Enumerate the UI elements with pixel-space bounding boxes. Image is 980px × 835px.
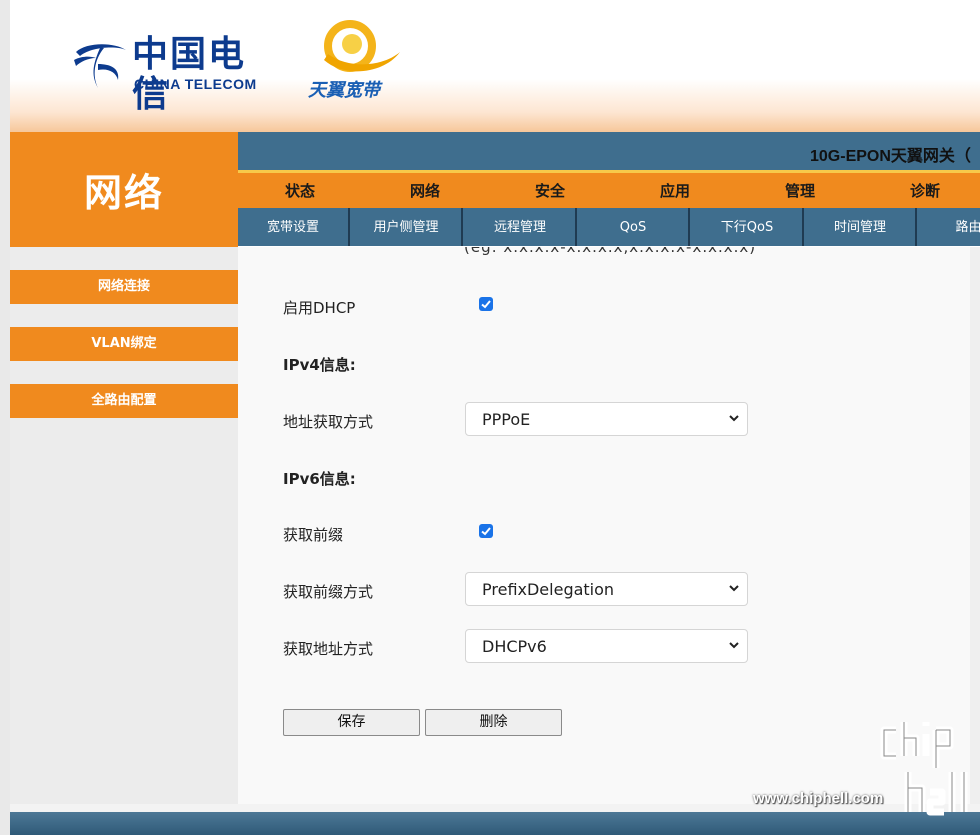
addr-mode-label: 地址获取方式 — [283, 413, 374, 431]
chevron-down-icon — [729, 415, 739, 422]
product-logo-text: 天翼宽带 — [308, 80, 380, 101]
prefix-checkbox[interactable] — [479, 524, 493, 538]
tab-broadband-settings[interactable]: 宽带设置 — [238, 208, 350, 246]
sub-nav: 宽带设置 用户侧管理 远程管理 QoS 下行QoS 时间管理 路由设 — [238, 208, 980, 246]
sidebar-item-network-connection[interactable]: 网络连接 — [10, 270, 238, 304]
delete-button[interactable]: 删除 — [425, 709, 562, 736]
china-telecom-logo: 中国电信 CHINA TELECOM — [72, 34, 272, 114]
prefix-mode-label: 获取前缀方式 — [283, 583, 374, 601]
tab-downstream-qos[interactable]: 下行QoS — [692, 208, 804, 246]
ipv6-addr-mode-select[interactable]: DHCPv6 — [465, 629, 748, 663]
device-title-bar: 10G-EPON天翼网关（ — [238, 132, 980, 170]
china-telecom-emblem-icon — [74, 44, 126, 88]
device-title: 10G-EPON天翼网关（ — [810, 148, 971, 165]
brand-name-en: CHINA TELECOM — [134, 76, 257, 92]
ipv6-heading: IPv6信息: — [283, 470, 356, 488]
nav-status[interactable]: 状态 — [260, 173, 340, 208]
sidebar: 网络连接 VLAN绑定 全路由配置 — [10, 247, 238, 812]
section-title: 网络 — [10, 132, 238, 247]
tab-qos[interactable]: QoS — [578, 208, 690, 246]
addr-mode-value: PPPoE — [482, 410, 531, 429]
nav-application[interactable]: 应用 — [635, 173, 715, 208]
dhcp-label: 启用DHCP — [283, 299, 356, 317]
chevron-down-icon — [729, 642, 739, 649]
dhcp-checkbox[interactable] — [479, 297, 493, 311]
nav-network[interactable]: 网络 — [385, 173, 465, 208]
header-banner: 中国电信 CHINA TELECOM 天翼宽带 — [10, 0, 980, 132]
tianyi-swirl-icon — [324, 20, 400, 72]
brand-name-cn: 中国电信 — [132, 33, 247, 115]
watermark-site-text: www.chiphell.com — [753, 790, 884, 807]
chiphell-watermark: www.chiphell.com — [750, 716, 976, 820]
checkmark-icon — [481, 300, 491, 309]
prefix-mode-select[interactable]: PrefixDelegation — [465, 572, 748, 606]
tab-lan-management[interactable]: 用户侧管理 — [351, 208, 463, 246]
nav-diagnosis[interactable]: 诊断 — [885, 173, 965, 208]
sidebar-item-full-route-config[interactable]: 全路由配置 — [10, 384, 238, 418]
tab-remote-management[interactable]: 远程管理 — [465, 208, 577, 246]
chiphell-logo-icon — [880, 722, 968, 816]
ip-range-example-hint: (eg: x.x.x.x-x.x.x.x,x.x.x.x-x.x.x.x) — [464, 247, 757, 256]
prefix-mode-value: PrefixDelegation — [482, 580, 615, 599]
tianyi-broadband-logo: 天翼宽带 — [306, 20, 406, 102]
main-nav: 状态 网络 安全 应用 管理 诊断 — [238, 170, 980, 208]
tab-time-management[interactable]: 时间管理 — [805, 208, 917, 246]
prefix-label: 获取前缀 — [283, 526, 344, 544]
addr-mode-select[interactable]: PPPoE — [465, 402, 748, 436]
ipv6-addr-mode-value: DHCPv6 — [482, 637, 547, 656]
left-edge-strip — [0, 0, 10, 835]
tab-routing[interactable]: 路由设 — [919, 208, 980, 246]
nav-security[interactable]: 安全 — [510, 173, 590, 208]
save-button[interactable]: 保存 — [283, 709, 420, 736]
chevron-down-icon — [729, 585, 739, 592]
checkmark-icon — [481, 527, 491, 536]
nav-management[interactable]: 管理 — [760, 173, 840, 208]
ipv6-addr-mode-label: 获取地址方式 — [283, 640, 374, 658]
sidebar-item-vlan-binding[interactable]: VLAN绑定 — [10, 327, 238, 361]
ipv4-heading: IPv4信息: — [283, 356, 356, 374]
